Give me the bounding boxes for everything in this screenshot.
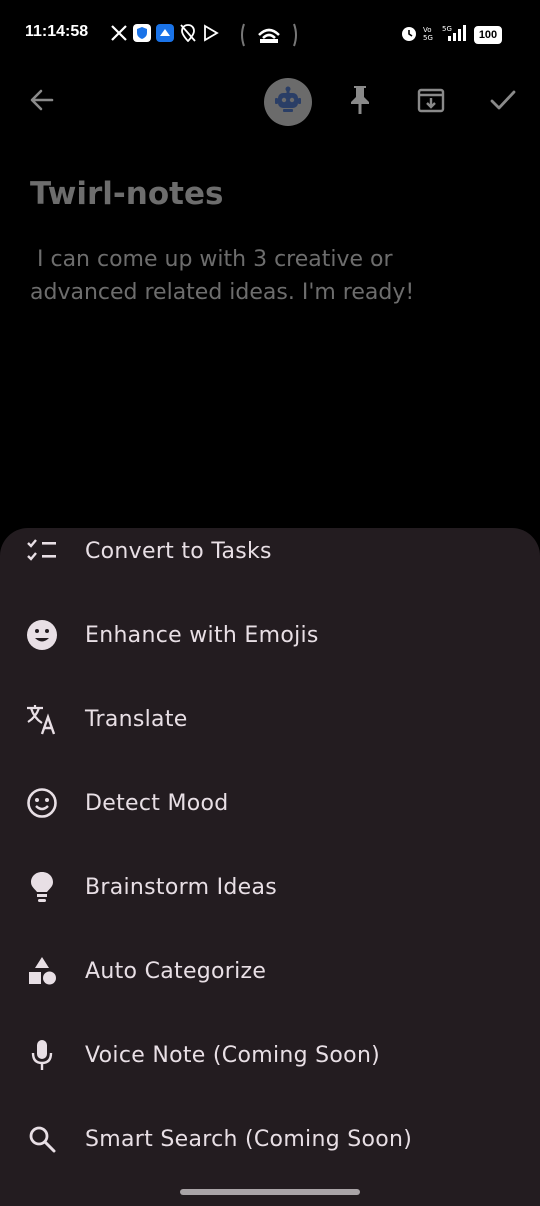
hotspot-icon bbox=[240, 22, 298, 52]
menu-label: Auto Categorize bbox=[85, 958, 267, 984]
mood-icon bbox=[24, 785, 60, 821]
translate-icon bbox=[24, 701, 60, 737]
location-off-icon bbox=[180, 24, 196, 46]
pin-icon bbox=[346, 84, 374, 120]
search-icon bbox=[24, 1121, 60, 1157]
menu-item-voice-note[interactable]: Voice Note (Coming Soon) bbox=[0, 1023, 540, 1087]
svg-text:5G: 5G bbox=[442, 25, 452, 33]
save-button[interactable] bbox=[481, 80, 525, 124]
menu-label: Enhance with Emojis bbox=[85, 622, 319, 648]
archive-icon bbox=[416, 85, 446, 119]
back-arrow-icon bbox=[28, 86, 56, 118]
pin-button[interactable] bbox=[338, 80, 382, 124]
checklist-icon bbox=[24, 533, 60, 569]
shield-icon bbox=[133, 24, 151, 46]
archive-button[interactable] bbox=[409, 80, 453, 124]
menu-item-detect-mood[interactable]: Detect Mood bbox=[0, 771, 540, 835]
category-icon bbox=[24, 953, 60, 989]
menu-label: Translate bbox=[85, 706, 188, 732]
ai-assistant-button[interactable] bbox=[264, 78, 312, 126]
signal-icon: 5G bbox=[440, 24, 468, 46]
menu-item-translate[interactable]: Translate bbox=[0, 687, 540, 751]
cloud-icon bbox=[156, 24, 174, 46]
x-icon bbox=[110, 24, 128, 46]
menu-label: Smart Search (Coming Soon) bbox=[85, 1126, 413, 1152]
menu-label: Brainstorm Ideas bbox=[85, 874, 278, 900]
menu-item-convert-to-tasks[interactable]: Convert to Tasks bbox=[0, 528, 540, 583]
menu-label: Detect Mood bbox=[85, 790, 229, 816]
status-bar: 11:14:58 Vo 5G 5G 100 bbox=[0, 0, 540, 70]
battery-icon: 100 bbox=[474, 26, 502, 44]
note-title[interactable]: Twirl-notes bbox=[30, 176, 223, 212]
menu-label: Voice Note (Coming Soon) bbox=[85, 1042, 381, 1068]
svg-text:5G: 5G bbox=[423, 34, 433, 42]
gesture-handle[interactable] bbox=[180, 1189, 360, 1195]
ai-actions-sheet: Convert to Tasks Enhance with Emojis Tra… bbox=[0, 528, 540, 1206]
menu-item-auto-categorize[interactable]: Auto Categorize bbox=[0, 939, 540, 1003]
note-body[interactable]: I can come up with 3 creative or advance… bbox=[30, 243, 500, 309]
mic-icon bbox=[24, 1037, 60, 1073]
svg-text:Vo: Vo bbox=[423, 26, 432, 34]
menu-label: Convert to Tasks bbox=[85, 538, 272, 564]
menu-item-brainstorm-ideas[interactable]: Brainstorm Ideas bbox=[0, 855, 540, 919]
emoji-icon bbox=[24, 617, 60, 653]
top-app-bar bbox=[0, 70, 540, 134]
alarm-icon bbox=[400, 24, 418, 46]
back-button[interactable] bbox=[20, 80, 64, 124]
menu-item-smart-search[interactable]: Smart Search (Coming Soon) bbox=[0, 1107, 540, 1171]
status-time: 11:14:58 bbox=[25, 23, 89, 40]
robot-icon bbox=[274, 86, 302, 118]
menu-item-enhance-with-emojis[interactable]: Enhance with Emojis bbox=[0, 603, 540, 667]
lightbulb-icon bbox=[24, 869, 60, 905]
play-icon bbox=[203, 24, 219, 46]
check-icon bbox=[488, 85, 518, 119]
volte-icon: Vo 5G bbox=[423, 24, 437, 46]
